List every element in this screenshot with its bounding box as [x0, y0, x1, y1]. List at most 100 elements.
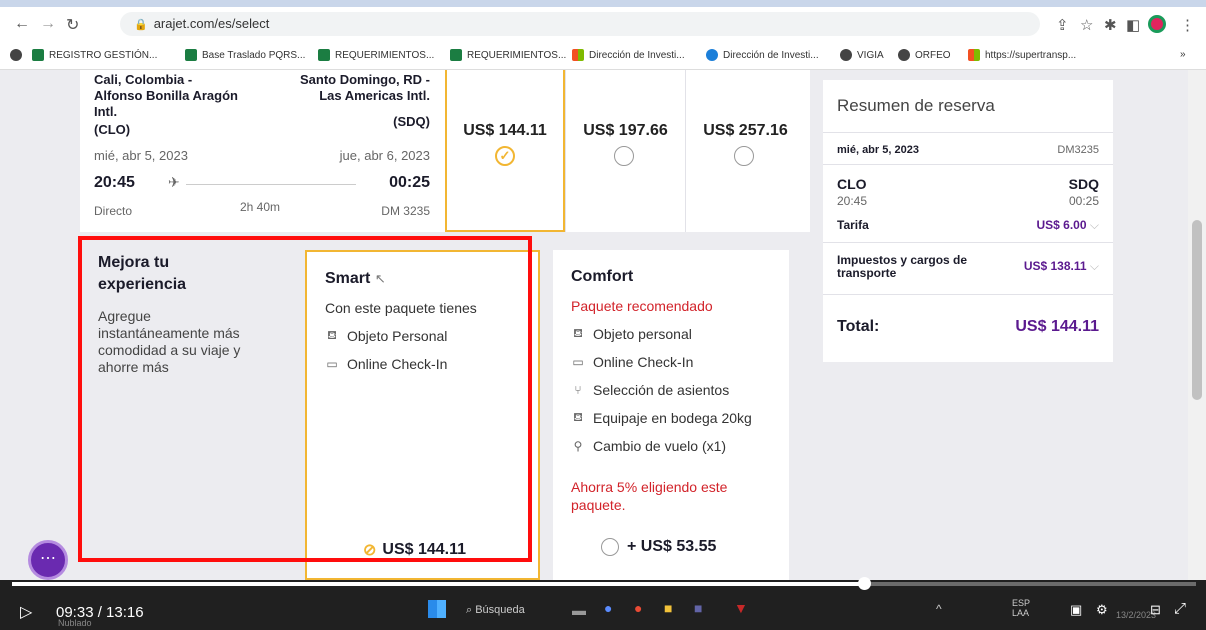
luggage-icon: ⛾ — [573, 410, 583, 424]
theater-icon[interactable]: ⊟ — [1150, 602, 1161, 618]
url-text: arajet.com/es/select — [153, 16, 270, 31]
fare-option-3[interactable]: US$ 257.16 — [685, 70, 805, 232]
tarifa-value: US$ 6.00 — [1036, 218, 1087, 232]
depart-time: 20:45 — [94, 174, 135, 191]
menu-icon[interactable]: ⋮ — [1180, 16, 1195, 34]
check-circle-icon: ✓ — [495, 146, 515, 166]
captions-icon[interactable]: ▣ — [1070, 602, 1082, 618]
package-smart[interactable]: Smart ↖ Con este paquete tienes ⛾ Objeto … — [305, 250, 540, 580]
divider — [823, 294, 1113, 295]
feature-item: ⛾ Objeto Personal — [325, 328, 447, 344]
back-icon[interactable]: ← — [14, 15, 30, 33]
feature-item: ▭ Online Check-In — [572, 354, 694, 370]
summary-title: Resumen de reserva — [837, 96, 995, 115]
upgrade-description: Agregue instantáneamente más comodidad a… — [98, 308, 241, 375]
video-controls: ▷ 09:33 / 13:16 Nublado ⌕ Búsqueda ▬ ● ●… — [0, 580, 1206, 630]
check-circle-icon: ⊘ — [363, 542, 377, 559]
share-icon[interactable]: ⇪ — [1056, 16, 1069, 34]
savings-note: Ahorra 5% eligiendo este paquete. — [571, 479, 728, 513]
package-price: + US$ 53.55 — [601, 538, 716, 556]
package-price: ⊘ US$ 144.11 — [363, 541, 467, 559]
github-icon[interactable] — [10, 49, 22, 61]
play-icon[interactable]: ▷ — [20, 602, 32, 622]
scrollbar-thumb[interactable] — [1192, 220, 1202, 400]
divider — [823, 164, 1113, 165]
arrive-time: 00:25 — [389, 174, 430, 191]
settings-icon[interactable]: ⚙ — [1096, 602, 1108, 618]
forward-icon[interactable]: → — [40, 15, 56, 33]
summary-impuestos[interactable]: Impuestos y cargos de transporte US$ 138… — [837, 254, 1099, 280]
reload-icon[interactable]: ↻ — [66, 15, 79, 35]
profile-avatar[interactable] — [1148, 15, 1166, 33]
depart-date: mié, abr 5, 2023 — [94, 148, 188, 163]
cursor-icon: ↖ — [374, 271, 386, 286]
bookmarks-overflow[interactable]: » — [1180, 49, 1186, 60]
fare-radio[interactable] — [614, 146, 634, 166]
sidepanel-icon[interactable]: ◧ — [1126, 16, 1140, 34]
feature-item: ⚲ Cambio de vuelo (x1) — [571, 438, 726, 454]
taskbar-folder-icon[interactable]: ■ — [664, 600, 672, 616]
feature-item: ⑂ Selección de asientos — [571, 382, 729, 398]
route-line — [186, 184, 356, 185]
windows-icon[interactable] — [428, 600, 446, 618]
excel-icon — [185, 49, 197, 61]
page-content: Cali, Colombia - Alfonso Bonilla Aragón … — [0, 70, 1206, 580]
dest-airport: Las Americas Intl. — [319, 88, 430, 103]
tray-chevron-icon[interactable]: ^ — [936, 602, 942, 616]
summary-total: Total: US$ 144.11 — [837, 318, 1099, 335]
excel-icon — [32, 49, 44, 61]
fare-option-1[interactable]: US$ 144.11 ✓ — [445, 70, 565, 232]
arrive-date: jue, abr 6, 2023 — [339, 148, 430, 163]
divider — [823, 242, 1113, 243]
bookmark-direccion-2[interactable]: Dirección de Investi... — [706, 49, 819, 61]
taskbar-mcafee-icon[interactable]: ▼ — [734, 600, 748, 616]
browser-toolbar: ← → ↻ 🔒 arajet.com/es/select ⇪ ☆ ✱ ◧ ⋮ — [0, 0, 1206, 40]
bookmark-requerimientos-2[interactable]: REQUERIMIENTOS... — [450, 49, 566, 61]
summary-depart: 20:45 — [837, 194, 868, 208]
video-progress-bar[interactable] — [12, 577, 1196, 590]
summary-tarifa[interactable]: Tarifa US$ 6.00 ⌵ — [837, 218, 1099, 232]
recommended-badge: Paquete recomendado — [571, 298, 713, 314]
package-radio[interactable] — [601, 538, 619, 556]
address-bar[interactable]: 🔒 arajet.com/es/select — [120, 12, 1040, 36]
flight-number: DM 3235 — [381, 204, 430, 218]
summary-times: 20:45 00:25 — [837, 194, 1099, 208]
extensions-icon[interactable]: ✱ — [1104, 16, 1117, 34]
taskbar-search[interactable]: ⌕ Búsqueda — [466, 604, 525, 617]
taskbar-teams-icon[interactable]: ■ — [694, 600, 702, 616]
bookmark-orfeo[interactable]: ORFEO — [898, 49, 951, 61]
star-icon[interactable]: ☆ — [1080, 16, 1093, 34]
language-indicator[interactable]: ESP LAA — [1012, 598, 1030, 618]
fullscreen-icon[interactable]: ⤢ — [1174, 600, 1186, 617]
checkin-icon: ▭ — [572, 355, 584, 369]
chat-icon[interactable]: ⋯ — [28, 540, 68, 580]
excel-icon — [450, 49, 462, 61]
taskbar-app-icon[interactable]: ▬ — [572, 602, 586, 618]
excel-icon — [318, 49, 330, 61]
bookmark-direccion-1[interactable]: Dirección de Investi... — [572, 49, 685, 61]
booking-summary: Resumen de reserva mié, abr 5, 2023 DM32… — [823, 80, 1113, 362]
taskbar-chrome-icon[interactable]: ● — [634, 600, 642, 616]
taskbar-chat-icon[interactable]: ● — [604, 600, 612, 616]
package-title: Smart ↖ — [325, 270, 386, 287]
bookmark-traslado[interactable]: Base Traslado PQRS... — [185, 49, 305, 61]
package-comfort[interactable]: Comfort Paquete recomendado ⛾ Objeto pers… — [553, 250, 789, 580]
bookmark-supertransporte[interactable]: https://supertransp... — [968, 49, 1076, 61]
bookmark-registro[interactable]: REGISTRO GESTIÓN... — [32, 49, 157, 61]
bag-icon: ⛾ — [573, 326, 583, 340]
page-scrollbar[interactable] — [1188, 70, 1206, 580]
package-title: Comfort — [571, 268, 634, 285]
checkin-icon: ▭ — [326, 357, 338, 371]
bookmark-vigia[interactable]: VIGIA — [840, 49, 884, 61]
summary-dest: SDQ — [1068, 176, 1099, 192]
summary-date: mié, abr 5, 2023 DM3235 — [837, 144, 1099, 156]
total-value: US$ 144.11 — [1015, 318, 1099, 335]
lock-icon: 🔒 — [134, 19, 148, 31]
microsoft-icon — [572, 49, 584, 61]
fare-radio[interactable] — [734, 146, 754, 166]
flight-duration: 2h 40m — [240, 200, 281, 214]
summary-origin: CLO — [837, 176, 867, 192]
bookmark-requerimientos-1[interactable]: REQUERIMIENTOS... — [318, 49, 434, 61]
fare-option-2[interactable]: US$ 197.66 — [565, 70, 685, 232]
origin-airport-suffix: Intl. — [94, 104, 118, 119]
